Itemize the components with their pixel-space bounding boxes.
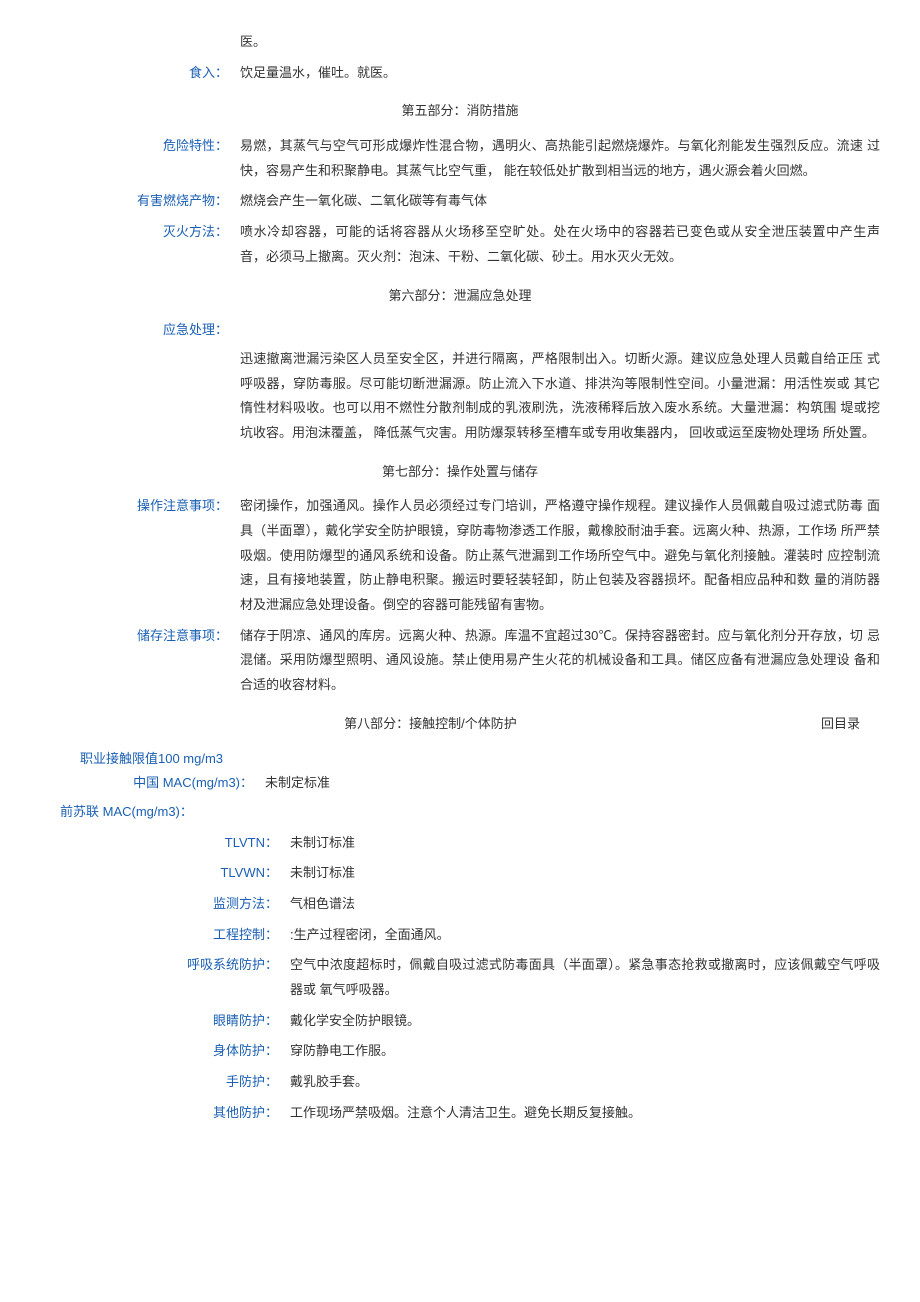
extinguish-content: 喷水冷却容器，可能的话将容器从火场移至空旷处。处在火场中的容器若已变色或从安全泄… bbox=[240, 220, 880, 269]
tlvtn-row: TLVTN： 未制订标准 bbox=[40, 831, 880, 856]
cn-mac-label: 中国 MAC(mg/m3)： bbox=[40, 771, 265, 796]
tlvwn-content: 未制订标准 bbox=[290, 861, 880, 886]
cn-mac-row: 中国 MAC(mg/m3)： 未制定标准 bbox=[40, 771, 880, 796]
other-label: 其他防护： bbox=[40, 1101, 290, 1126]
combustion-content: 燃烧会产生一氧化碳、二氧化碳等有毒气体 bbox=[240, 189, 880, 214]
document-body: 医。 食入： 饮足量温水，催吐。就医。 第五部分：消防措施 危险特性： 易燃，其… bbox=[40, 30, 880, 1125]
other-content: 工作现场严禁吸烟。注意个人清洁卫生。避免长期反复接触。 bbox=[290, 1101, 880, 1126]
other-row: 其他防护： 工作现场严禁吸烟。注意个人清洁卫生。避免长期反复接触。 bbox=[40, 1101, 880, 1126]
monitor-row: 监测方法： 气相色谱法 bbox=[40, 892, 880, 917]
combustion-label: 有害燃烧产物： bbox=[40, 189, 240, 214]
section7-title: 第七部分：操作处置与储存 bbox=[40, 460, 880, 485]
eng-control-label: 工程控制： bbox=[40, 923, 290, 948]
operation-row: 操作注意事项： 密闭操作，加强通风。操作人员必须经过专门培训，严格遵守操作规程。… bbox=[40, 494, 880, 617]
monitor-content: 气相色谱法 bbox=[290, 892, 880, 917]
operation-content: 密闭操作，加强通风。操作人员必须经过专门培训，严格遵守操作规程。建议操作人员佩戴… bbox=[240, 494, 880, 617]
tlvtn-label: TLVTN： bbox=[40, 831, 290, 856]
respiratory-content: 空气中浓度超标时，佩戴自吸过滤式防毒面具（半面罩）。紧急事态抢救或撤离时，应该佩… bbox=[290, 953, 880, 1002]
section6-title: 第六部分：泄漏应急处理 bbox=[40, 284, 880, 309]
eye-label: 眼睛防护： bbox=[40, 1009, 290, 1034]
combustion-row: 有害燃烧产物： 燃烧会产生一氧化碳、二氧化碳等有毒气体 bbox=[40, 189, 880, 214]
hand-row: 手防护： 戴乳胶手套。 bbox=[40, 1070, 880, 1095]
hazard-content: 易燃，其蒸气与空气可形成爆炸性混合物，遇明火、高热能引起燃烧爆炸。与氧化剂能发生… bbox=[240, 134, 880, 183]
body-content: 穿防静电工作服。 bbox=[290, 1039, 880, 1064]
back-to-contents-link[interactable]: 回目录 bbox=[821, 712, 880, 737]
ingestion-label: 食入： bbox=[40, 61, 240, 86]
storage-content: 储存于阴凉、通风的库房。远离火种、热源。库温不宜超过30℃。保持容器密封。应与氧… bbox=[240, 624, 880, 698]
cn-mac-content: 未制定标准 bbox=[265, 771, 880, 796]
storage-row: 储存注意事项： 储存于阴凉、通风的库房。远离火种、热源。库温不宜超过30℃。保持… bbox=[40, 624, 880, 698]
pre-content-row: 医。 bbox=[40, 30, 880, 55]
tlvwn-label: TLVWN： bbox=[40, 861, 290, 886]
ingestion-row: 食入： 饮足量温水，催吐。就医。 bbox=[40, 61, 880, 86]
eng-control-content: :生产过程密闭，全面通风。 bbox=[290, 923, 880, 948]
eng-control-row: 工程控制： :生产过程密闭，全面通风。 bbox=[40, 923, 880, 948]
body-label: 身体防护： bbox=[40, 1039, 290, 1064]
emergency-content: 迅速撤离泄漏污染区人员至安全区，并进行隔离，严格限制出入。切断火源。建议应急处理… bbox=[240, 347, 880, 446]
hazard-row: 危险特性： 易燃，其蒸气与空气可形成爆炸性混合物，遇明火、高热能引起燃烧爆炸。与… bbox=[40, 134, 880, 183]
extinguish-label: 灭火方法： bbox=[40, 220, 240, 269]
ingestion-content: 饮足量温水，催吐。就医。 bbox=[240, 61, 880, 86]
storage-label: 储存注意事项： bbox=[40, 624, 240, 698]
emergency-label: 应急处理： bbox=[40, 318, 240, 343]
tlvwn-row: TLVWN： 未制订标准 bbox=[40, 861, 880, 886]
tlvtn-content: 未制订标准 bbox=[290, 831, 880, 856]
monitor-label: 监测方法： bbox=[40, 892, 290, 917]
hand-label: 手防护： bbox=[40, 1070, 290, 1095]
emergency-row: 应急处理： 迅速撤离泄漏污染区人员至安全区，并进行隔离，严格限制出入。切断火源。… bbox=[40, 318, 880, 445]
respiratory-label: 呼吸系统防护： bbox=[40, 953, 290, 1002]
former-soviet-label: 前苏联 MAC(mg/m3)： bbox=[60, 800, 880, 825]
eye-content: 戴化学安全防护眼镜。 bbox=[290, 1009, 880, 1034]
section8-title: 第八部分：接触控制/个体防护 bbox=[40, 712, 821, 737]
empty-label bbox=[40, 30, 240, 55]
hand-content: 戴乳胶手套。 bbox=[290, 1070, 880, 1095]
section8-header: 第八部分：接触控制/个体防护 回目录 bbox=[40, 712, 880, 737]
section5-title: 第五部分：消防措施 bbox=[40, 99, 880, 124]
extinguish-row: 灭火方法： 喷水冷却容器，可能的话将容器从火场移至空旷处。处在火场中的容器若已变… bbox=[40, 220, 880, 269]
respiratory-row: 呼吸系统防护： 空气中浓度超标时，佩戴自吸过滤式防毒面具（半面罩）。紧急事态抢救… bbox=[40, 953, 880, 1002]
operation-label: 操作注意事项： bbox=[40, 494, 240, 617]
occupational-limit: 职业接触限值100 mg/m3 bbox=[80, 747, 880, 772]
eye-row: 眼睛防护： 戴化学安全防护眼镜。 bbox=[40, 1009, 880, 1034]
body-row: 身体防护： 穿防静电工作服。 bbox=[40, 1039, 880, 1064]
hazard-label: 危险特性： bbox=[40, 134, 240, 183]
pre-content: 医。 bbox=[240, 30, 880, 55]
